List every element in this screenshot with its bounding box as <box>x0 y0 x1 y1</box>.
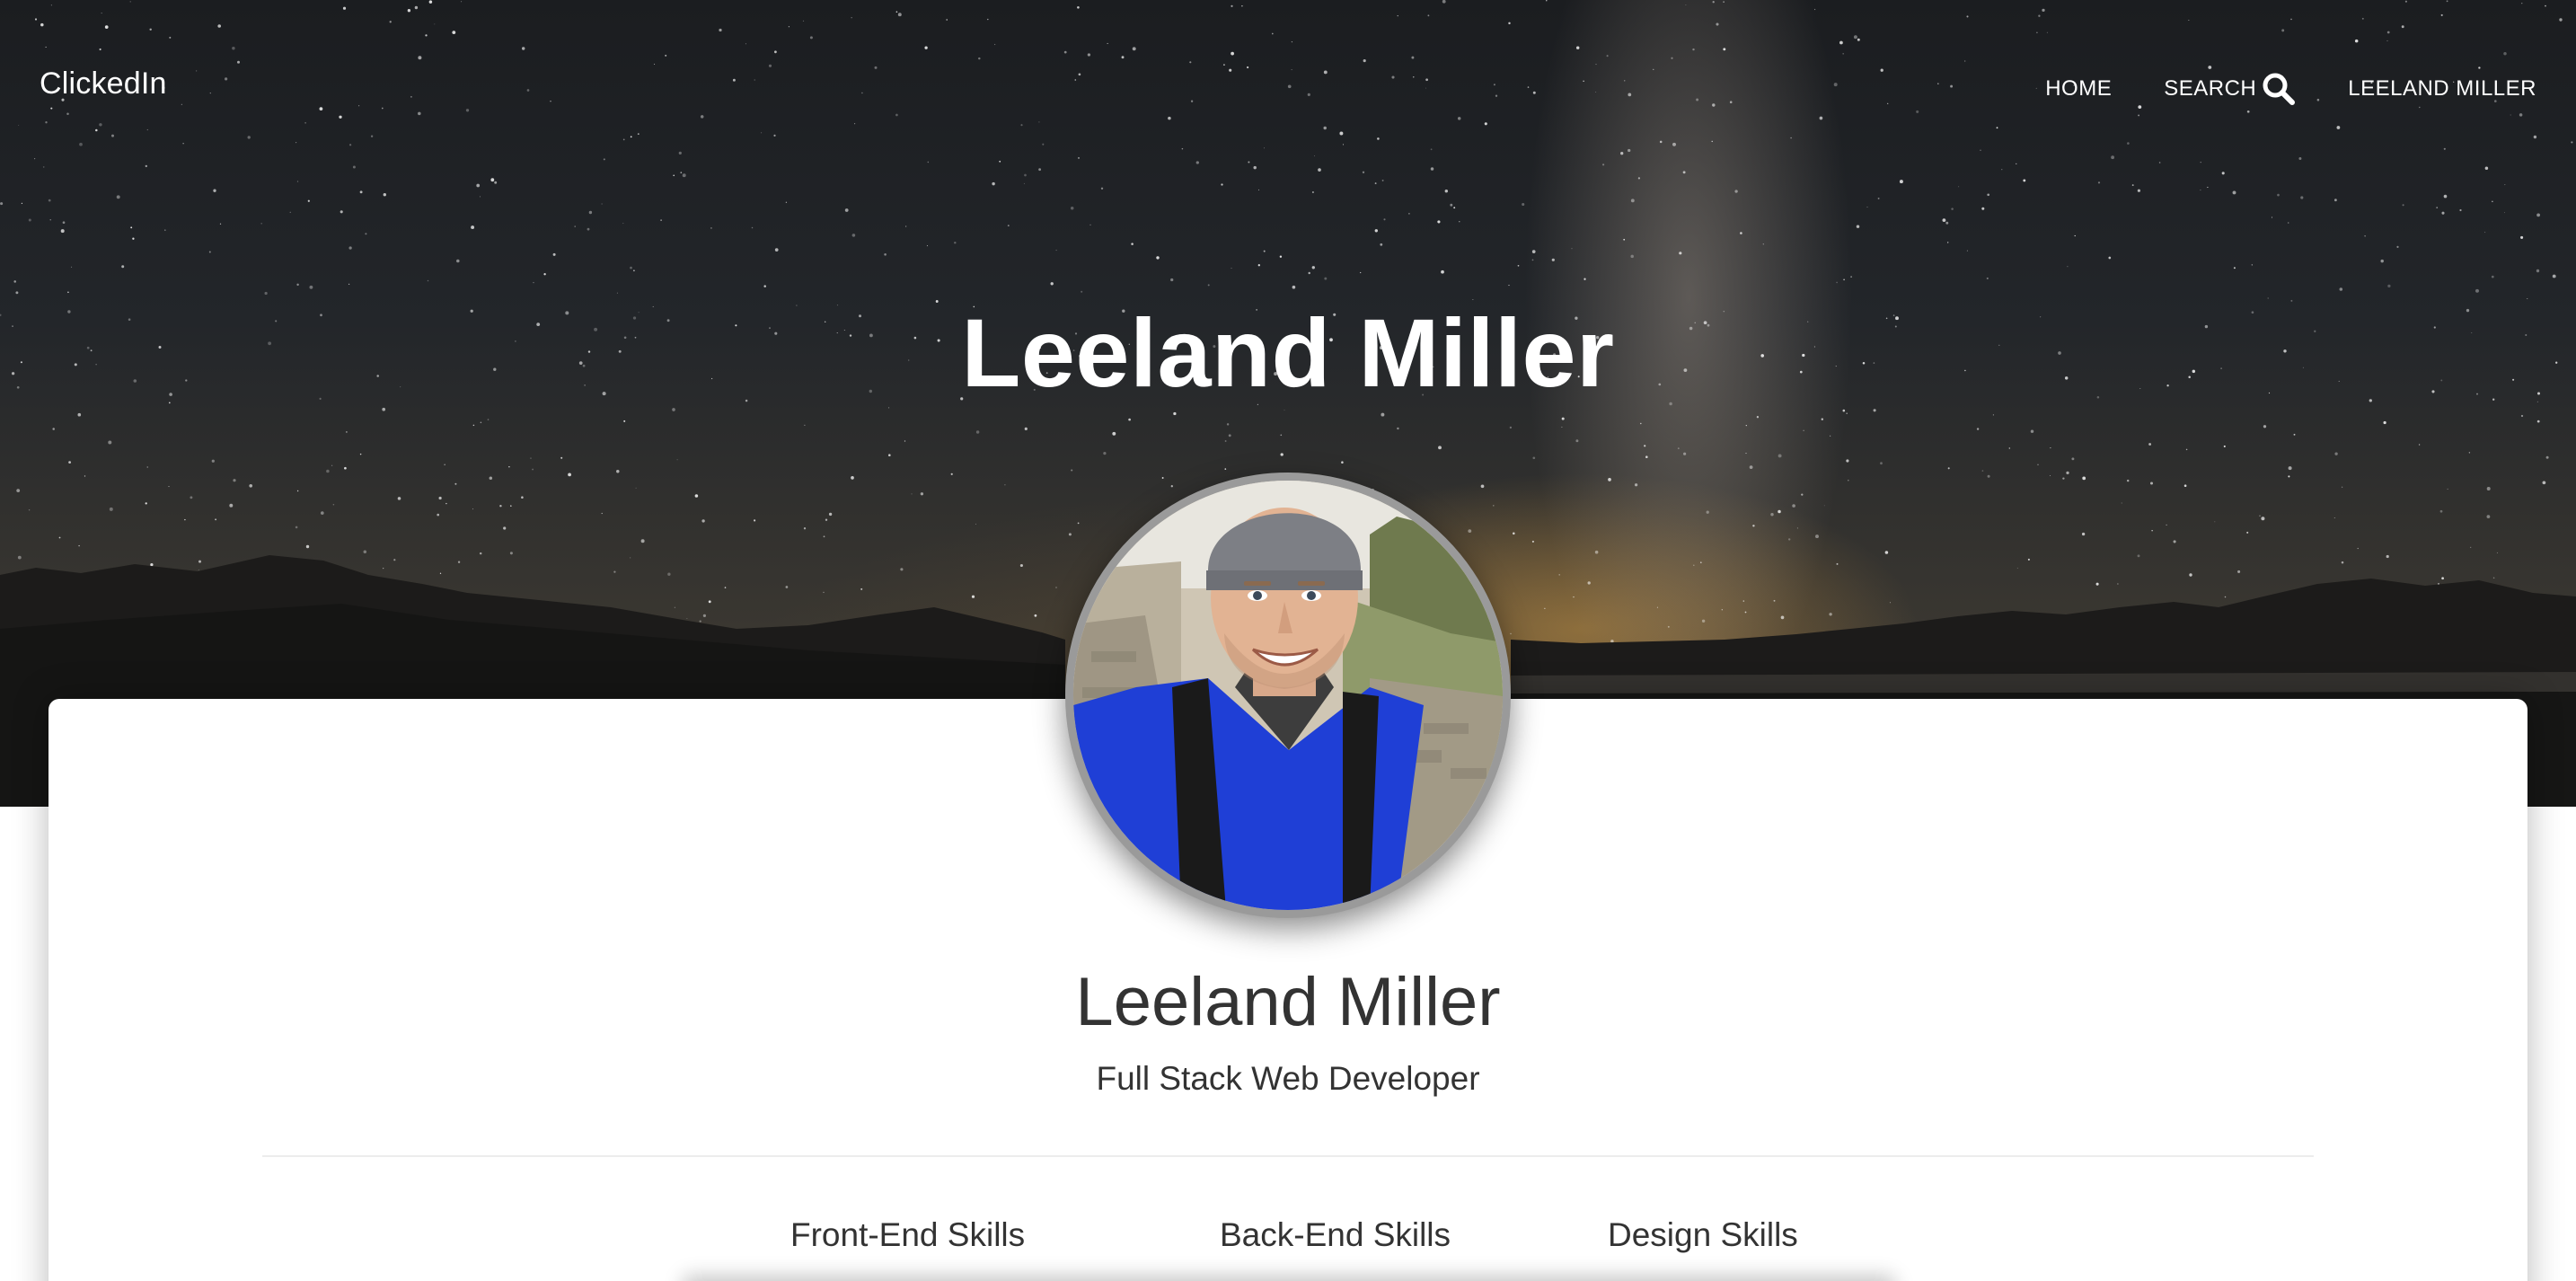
nav-home-link[interactable]: HOME <box>2045 76 2112 102</box>
hero-title: Leeland Miller <box>961 298 1615 407</box>
nav-user-link[interactable]: LEELAND MILLER <box>2348 76 2536 102</box>
tab-design-skills[interactable]: Design Skills <box>1608 1216 1798 1254</box>
nav-search-label: SEARCH <box>2164 76 2257 101</box>
nav-home-label: HOME <box>2045 76 2113 101</box>
brand-logo-link[interactable]: ClickedIn <box>40 66 167 102</box>
profile-page: ClickedIn HOME SEARCH LEELAND MILLER Lee… <box>0 0 2576 1281</box>
tab-back-end-skills[interactable]: Back-End Skills <box>1220 1216 1451 1254</box>
search-icon <box>2262 72 2296 106</box>
section-divider <box>262 1155 2314 1157</box>
avatar-photo <box>1073 481 1503 910</box>
profile-name: Leeland Miller <box>1075 964 1501 1040</box>
tab-front-end-skills[interactable]: Front-End Skills <box>790 1216 1025 1254</box>
skills-tabs: Front-End Skills Back-End Skills Design … <box>683 1204 1895 1281</box>
avatar <box>1065 473 1511 918</box>
profile-role: Full Stack Web Developer <box>1096 1060 1480 1097</box>
nav-search-link[interactable]: SEARCH <box>2164 72 2296 106</box>
top-nav: HOME SEARCH LEELAND MILLER <box>2045 72 2536 106</box>
nav-user-label: LEELAND MILLER <box>2348 76 2536 101</box>
